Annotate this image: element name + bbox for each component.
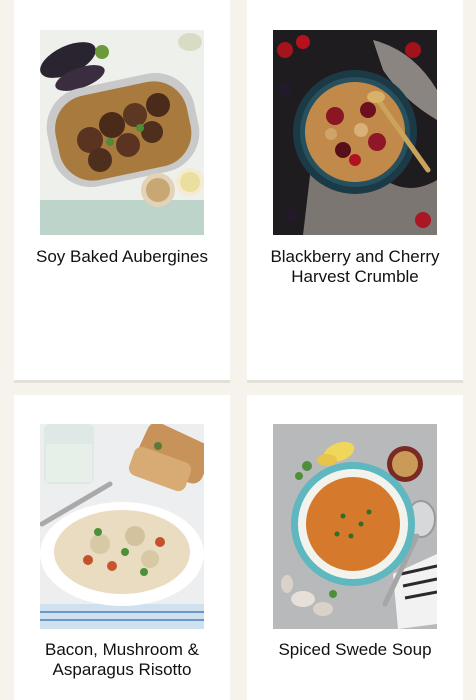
recipe-title[interactable]: Spiced Swede Soup	[247, 640, 463, 660]
recipe-card-blackberry-cherry-crumble[interactable]: Blackberry and Cherry Harvest Crumble	[247, 0, 463, 380]
recipe-title[interactable]: Soy Baked Aubergines	[14, 247, 230, 267]
recipe-title[interactable]: Bacon, Mushroom & Asparagus Risotto	[14, 640, 230, 680]
recipe-image[interactable]	[273, 424, 437, 629]
recipe-card-bacon-mushroom-asparagus-risotto[interactable]: Bacon, Mushroom & Asparagus Risotto	[14, 395, 230, 700]
recipe-title[interactable]: Blackberry and Cherry Harvest Crumble	[247, 247, 463, 287]
card-divider	[14, 380, 230, 383]
recipe-image[interactable]	[40, 424, 204, 629]
recipe-card-soy-baked-aubergines[interactable]: Soy Baked Aubergines	[14, 0, 230, 380]
recipe-image[interactable]	[273, 30, 437, 235]
recipe-card-spiced-swede-soup[interactable]: Spiced Swede Soup	[247, 395, 463, 700]
recipe-image[interactable]	[40, 30, 204, 235]
card-divider	[247, 380, 463, 383]
recipe-grid: Soy Baked Aubergines Blackberry and Cher…	[0, 0, 476, 700]
